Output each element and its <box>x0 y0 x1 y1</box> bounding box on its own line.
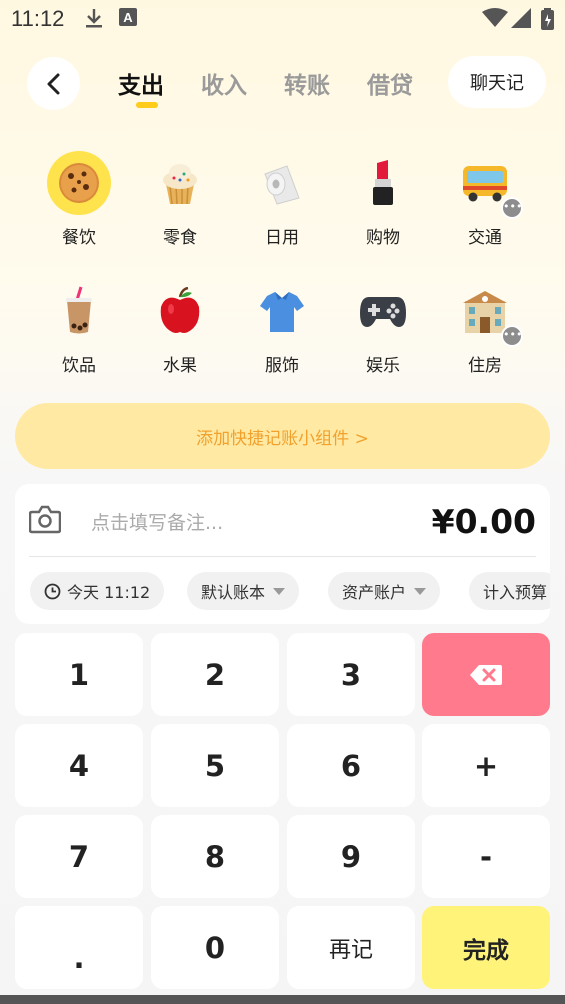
category-fruit[interactable]: 水果 <box>135 279 225 376</box>
bubble-tea-icon <box>47 279 111 343</box>
more-icon: ••• <box>501 325 523 347</box>
clock-icon <box>44 583 61 599</box>
date-chip[interactable]: 今天 11:12 <box>30 572 165 610</box>
category-entertainment[interactable]: 娱乐 <box>338 279 428 376</box>
category-snacks[interactable]: 零食 <box>135 151 225 248</box>
dropdown-arrow-icon <box>414 587 427 595</box>
done-button[interactable]: 完成 <box>422 906 550 989</box>
key-6[interactable]: 6 <box>287 724 415 807</box>
category-dining[interactable]: 餐饮 <box>34 151 124 248</box>
key-8[interactable]: 8 <box>151 815 279 898</box>
delete-button[interactable] <box>422 633 550 716</box>
cupcake-icon <box>148 151 212 215</box>
battery-icon <box>541 8 554 30</box>
key-3[interactable]: 3 <box>287 633 415 716</box>
status-bar: 11:12 A <box>0 0 565 38</box>
category-transport[interactable]: ••• 交通 <box>440 151 530 248</box>
gamepad-icon <box>351 279 415 343</box>
wifi-icon <box>482 8 508 27</box>
tab-transfer[interactable]: 转账 <box>284 66 367 100</box>
dropdown-arrow-icon <box>273 587 286 595</box>
key-5[interactable]: 5 <box>151 724 279 807</box>
tab-loan[interactable]: 借贷 <box>367 66 450 100</box>
status-time: 11:12 <box>11 6 65 31</box>
category-drinks[interactable]: 饮品 <box>34 279 124 376</box>
entry-panel: 点击填写备注... ¥0.00 今天 11:12 默认账本 资产账户 计入预算 <box>15 484 550 624</box>
key-4[interactable]: 4 <box>15 724 143 807</box>
active-tab-indicator <box>136 102 158 108</box>
key-minus[interactable]: - <box>422 815 550 898</box>
backspace-icon <box>470 664 502 685</box>
key-9[interactable]: 9 <box>287 815 415 898</box>
more-icon: ••• <box>501 197 523 219</box>
note-input[interactable]: 点击填写备注... <box>91 508 223 535</box>
toilet-paper-icon <box>250 151 314 215</box>
chevron-left-icon <box>47 73 59 94</box>
signal-icon <box>511 8 531 28</box>
budget-chip[interactable]: 计入预算 <box>469 572 550 610</box>
key-0[interactable]: 0 <box>151 906 279 989</box>
divider <box>29 556 536 557</box>
navigation-bar <box>0 995 565 1004</box>
key-plus[interactable]: + <box>422 724 550 807</box>
download-icon <box>86 9 102 28</box>
back-button[interactable] <box>27 57 80 110</box>
category-clothing[interactable]: 服饰 <box>237 279 327 376</box>
shirt-icon <box>250 279 314 343</box>
lipstick-icon <box>351 151 415 215</box>
tab-expense[interactable]: 支出 <box>118 66 201 108</box>
add-widget-banner[interactable]: 添加快捷记账小组件 > <box>15 403 550 469</box>
key-7[interactable]: 7 <box>15 815 143 898</box>
svg-text:A: A <box>123 10 133 25</box>
camera-icon[interactable] <box>29 504 61 534</box>
amount-display: ¥0.00 <box>431 502 536 541</box>
building-icon: ••• <box>453 279 523 347</box>
ledger-dropdown[interactable]: 默认账本 <box>187 572 300 610</box>
chat-record-button[interactable]: 聊天记 <box>448 56 546 108</box>
translate-icon: A <box>119 8 137 26</box>
category-housing[interactable]: ••• 住房 <box>440 279 530 376</box>
category-daily[interactable]: 日用 <box>237 151 327 248</box>
tab-income[interactable]: 收入 <box>201 66 284 100</box>
key-dot[interactable]: . <box>15 906 143 989</box>
apple-icon <box>148 279 212 343</box>
key-2[interactable]: 2 <box>151 633 279 716</box>
record-again-button[interactable]: 再记 <box>287 906 415 989</box>
account-dropdown[interactable]: 资产账户 <box>328 572 441 610</box>
type-tabs: 支出 收入 转账 借贷 <box>118 66 450 108</box>
key-1[interactable]: 1 <box>15 633 143 716</box>
cookie-icon <box>47 151 111 215</box>
bus-icon: ••• <box>453 151 523 219</box>
category-shopping[interactable]: 购物 <box>338 151 428 248</box>
